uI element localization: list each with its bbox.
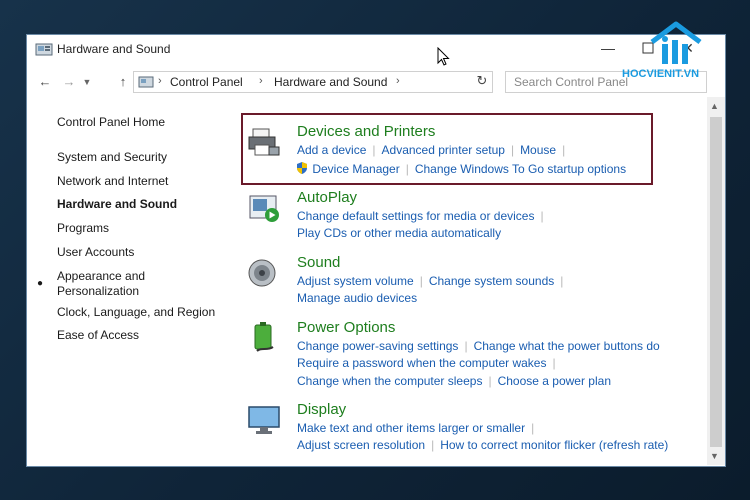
search-placeholder: Search Control Panel xyxy=(514,75,629,89)
sidebar-item-system-and-security[interactable]: System and Security xyxy=(57,150,167,164)
link-change-power-saving-settings[interactable]: Change power-saving settings xyxy=(297,339,458,353)
sidebar-item-user-accounts[interactable]: User Accounts xyxy=(57,245,134,259)
link-adjust-screen-resolution[interactable]: Adjust screen resolution xyxy=(297,438,425,452)
link-mouse[interactable]: Mouse xyxy=(520,143,556,157)
speaker-icon xyxy=(248,259,276,287)
category-links-row: Require a password when the computer wak… xyxy=(297,356,556,370)
category-title[interactable]: Power Options xyxy=(297,319,395,336)
breadcrumb-separator[interactable]: › xyxy=(259,75,263,87)
sidebar-item-ease-of-access[interactable]: Ease of Access xyxy=(57,328,139,342)
link-play-cds-automatically[interactable]: Play CDs or other media automatically xyxy=(297,226,501,240)
address-row: ← → ▼ ↑ › Control Panel › Hardware and S… xyxy=(27,68,725,98)
control-panel-window: Hardware and Sound — ✕ ← → ▼ ↑ › Control… xyxy=(26,34,726,467)
link-advanced-printer-setup[interactable]: Advanced printer setup xyxy=(382,143,505,157)
link-device-manager[interactable]: Device Manager xyxy=(312,162,399,176)
category-links-row: Add a device | Advanced printer setup | Mous… xyxy=(297,143,566,157)
uac-shield-icon xyxy=(297,162,307,174)
category-title[interactable]: Devices and Printers xyxy=(297,123,435,140)
watermark-house-icon xyxy=(650,21,702,64)
scrollbar-thumb[interactable] xyxy=(710,117,722,447)
category-links-row: Adjust system volume | Change system sound… xyxy=(297,274,564,288)
link-change-default-media-settings[interactable]: Change default settings for media or dev… xyxy=(297,209,534,223)
back-button[interactable]: ← xyxy=(35,72,55,92)
category-title[interactable]: Display xyxy=(297,401,346,418)
title-bar: Hardware and Sound — ✕ xyxy=(27,35,725,65)
category-links-row: Change when the computer sleeps | Choose a… xyxy=(297,374,611,388)
breadcrumb-separator[interactable]: › xyxy=(396,75,400,87)
link-change-system-sounds[interactable]: Change system sounds xyxy=(429,274,554,288)
sidebar-item-clock-language-region[interactable]: Clock, Language, and Region xyxy=(57,305,215,319)
sidebar-item-control-panel-home[interactable]: Control Panel Home xyxy=(57,115,165,129)
link-choose-power-plan[interactable]: Choose a power plan xyxy=(498,374,611,388)
link-change-sleep-time[interactable]: Change when the computer sleeps xyxy=(297,374,482,388)
watermark-logo: HOCVIENIT.VN xyxy=(622,20,732,90)
category-links-row: Play CDs or other media automatically xyxy=(297,226,501,240)
link-adjust-system-volume[interactable]: Adjust system volume xyxy=(297,274,414,288)
link-add-a-device[interactable]: Add a device xyxy=(297,143,366,157)
forward-button[interactable]: → xyxy=(59,72,79,92)
breadcrumb-hardware-and-sound[interactable]: Hardware and Sound xyxy=(274,75,387,89)
link-manage-audio-devices[interactable]: Manage audio devices xyxy=(297,291,417,305)
category-links-row: Make text and other items larger or smal… xyxy=(297,421,535,435)
monitor-icon xyxy=(248,406,280,434)
minimize-button[interactable]: — xyxy=(597,37,619,59)
battery-icon xyxy=(254,322,274,352)
scroll-down-arrow-icon[interactable]: ▼ xyxy=(710,451,719,461)
category-links-row: Device Manager | Change Windows To Go star… xyxy=(295,161,626,176)
category-title[interactable]: AutoPlay xyxy=(297,189,357,206)
sidebar-item-programs[interactable]: Programs xyxy=(57,221,109,235)
category-links-row: Change default settings for media or dev… xyxy=(297,209,544,223)
vertical-scrollbar[interactable]: ▲ ▼ xyxy=(707,97,725,465)
active-bullet-icon: ● xyxy=(37,278,44,289)
sidebar-item-network-and-internet[interactable]: Network and Internet xyxy=(57,174,168,188)
link-monitor-flicker[interactable]: How to correct monitor flicker (refresh … xyxy=(440,438,668,452)
link-require-password-on-wake[interactable]: Require a password when the computer wak… xyxy=(297,356,546,370)
breadcrumb-separator[interactable]: › xyxy=(158,75,162,87)
address-bar[interactable]: › Control Panel › Hardware and Sound › xyxy=(133,71,493,93)
link-change-windows-to-go[interactable]: Change Windows To Go startup options xyxy=(415,162,626,176)
category-links-row: Change power-saving settings | Change what… xyxy=(297,339,660,353)
link-change-power-buttons[interactable]: Change what the power buttons do xyxy=(474,339,660,353)
category-links-row: Adjust screen resolution | How to correct … xyxy=(297,438,669,452)
watermark-text: HOCVIENIT.VN xyxy=(622,68,700,80)
control-panel-icon xyxy=(138,76,154,88)
sidebar-item-appearance-and-personalization[interactable]: Appearance and Personalization xyxy=(57,269,145,299)
category-title[interactable]: Sound xyxy=(297,254,340,271)
category-links-row: Manage audio devices xyxy=(297,291,417,305)
control-panel-icon xyxy=(35,43,53,56)
breadcrumb-control-panel[interactable]: Control Panel xyxy=(170,75,243,89)
up-button[interactable]: ↑ xyxy=(113,72,133,92)
printer-icon xyxy=(248,128,280,156)
autoplay-icon xyxy=(249,195,279,222)
refresh-icon[interactable]: ↻ xyxy=(473,72,491,90)
scroll-up-arrow-icon[interactable]: ▲ xyxy=(710,101,719,111)
link-make-text-larger[interactable]: Make text and other items larger or smal… xyxy=(297,421,525,435)
window-title: Hardware and Sound xyxy=(57,42,171,56)
mouse-cursor-icon xyxy=(437,47,450,66)
recent-locations-dropdown[interactable]: ▼ xyxy=(77,72,97,92)
sidebar-item-hardware-and-sound[interactable]: Hardware and Sound xyxy=(57,197,177,211)
